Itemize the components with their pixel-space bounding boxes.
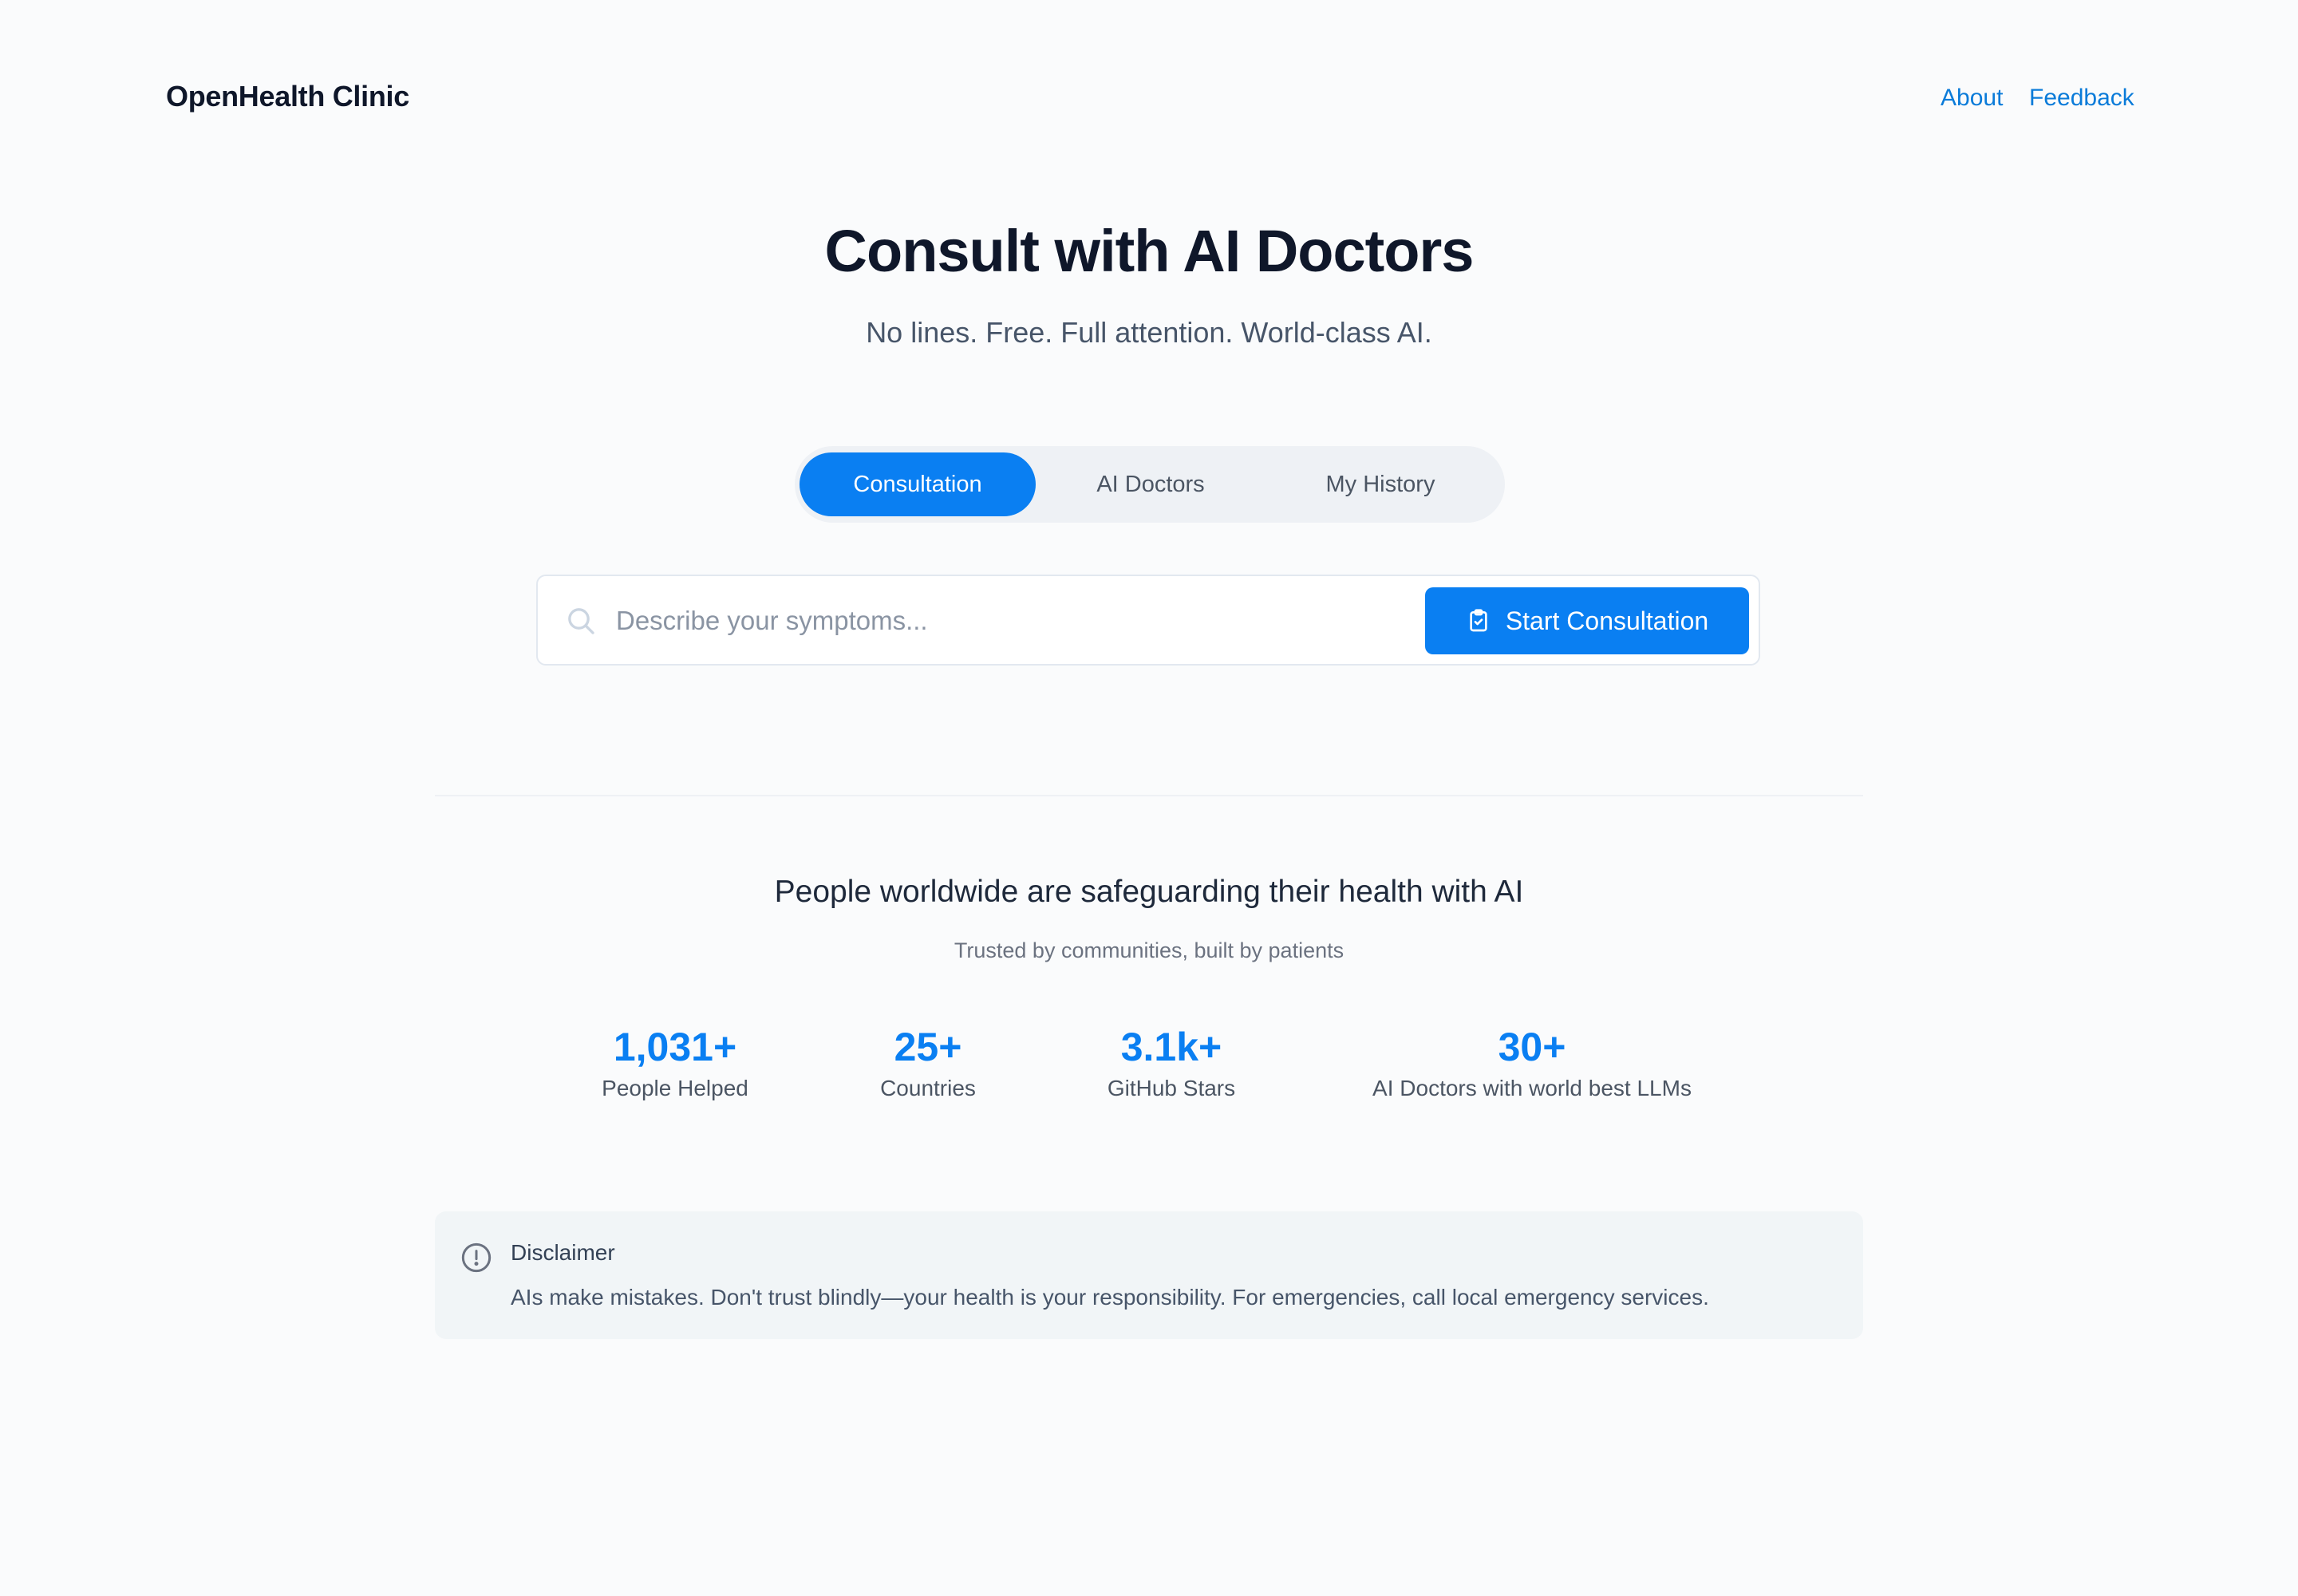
stat-value: 30+	[1498, 1025, 1566, 1069]
hero-subtitle: No lines. Free. Full attention. World-cl…	[866, 316, 1432, 349]
start-consultation-label: Start Consultation	[1505, 606, 1709, 635]
stat-label: AI Doctors with world best LLMs	[1372, 1076, 1692, 1100]
stat-value: 25+	[894, 1025, 962, 1069]
alert-circle-icon	[461, 1242, 492, 1273]
symptom-search-box: Start Consultation	[536, 575, 1760, 666]
tab-my-history[interactable]: My History	[1262, 452, 1498, 516]
disclaimer-box: Disclaimer AIs make mistakes. Don't trus…	[435, 1211, 1863, 1339]
stat-label: Countries	[880, 1076, 976, 1100]
tab-consultation[interactable]: Consultation	[800, 452, 1036, 516]
stat-people-helped: 1,031+ People Helped	[602, 1020, 748, 1101]
stat-github-stars: 3.1k+ GitHub Stars	[1108, 1020, 1235, 1101]
social-proof-subtitle: Trusted by communities, built by patient…	[954, 938, 1344, 962]
disclaimer-title: Disclaimer	[511, 1240, 615, 1265]
search-icon	[568, 608, 594, 634]
tab-bar: Consultation AI Doctors My History	[795, 446, 1505, 523]
disclaimer-text: AIs make mistakes. Don't trust blindly—y…	[511, 1285, 1709, 1310]
clipboard-check-icon	[1470, 609, 1487, 632]
social-proof-title: People worldwide are safeguarding their …	[774, 875, 1524, 909]
section-divider	[435, 795, 1863, 796]
stat-label: GitHub Stars	[1107, 1076, 1236, 1100]
nav-feedback-link[interactable]: Feedback	[2029, 85, 2134, 112]
stat-countries: 25+ Countries	[880, 1020, 976, 1101]
stat-label: People Helped	[602, 1076, 748, 1100]
symptom-input[interactable]	[614, 592, 1296, 650]
stat-value: 1,031+	[613, 1025, 737, 1069]
brand-logo[interactable]: OpenHealth Clinic	[166, 80, 409, 113]
top-bar: OpenHealth Clinic About Feedback	[0, 0, 2298, 200]
tab-ai-doctors[interactable]: AI Doctors	[1033, 452, 1269, 516]
stat-ai-doctors: 30+ AI Doctors with world best LLMs	[1372, 1020, 1692, 1101]
nav-about-link[interactable]: About	[1941, 85, 2003, 112]
stat-value: 3.1k+	[1120, 1025, 1222, 1069]
start-consultation-button[interactable]: Start Consultation	[1425, 587, 1749, 654]
hero-title: Consult with AI Doctors	[824, 218, 1475, 284]
